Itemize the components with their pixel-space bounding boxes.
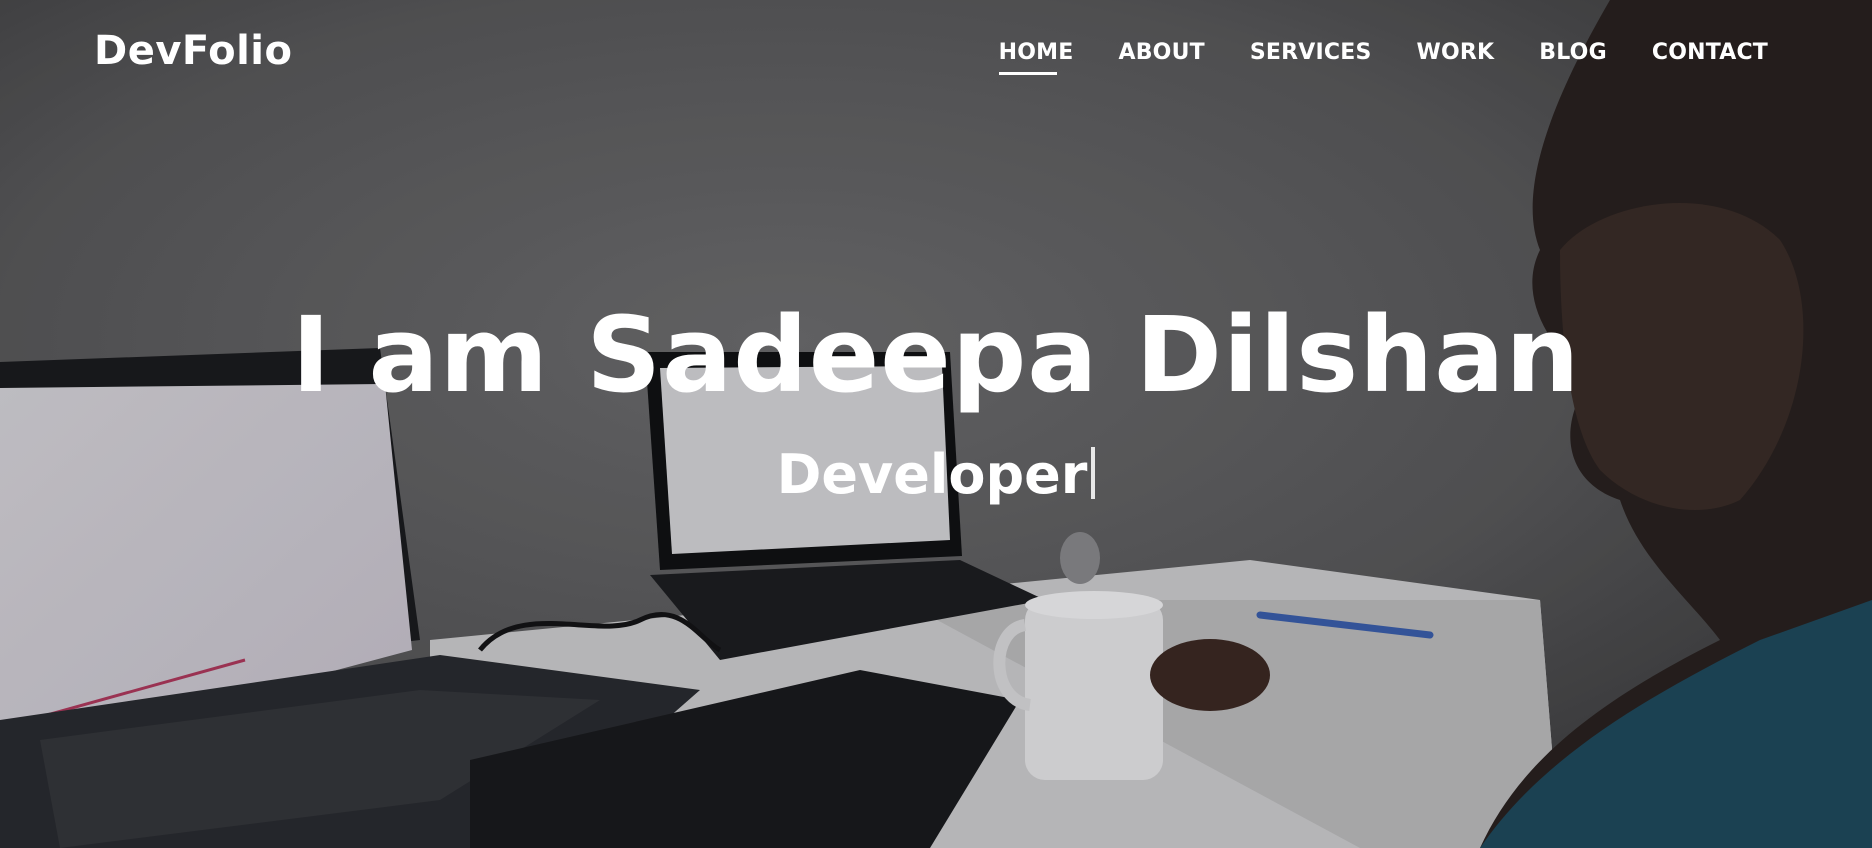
nav-item-contact: CONTACT bbox=[1652, 40, 1768, 75]
nav-menu: HOME ABOUT SERVICES WORK BLOG CONTACT bbox=[999, 40, 1768, 75]
hero-subtitle: Developer bbox=[777, 440, 1096, 510]
nav-item-work: WORK bbox=[1417, 40, 1495, 75]
nav-link-about[interactable]: ABOUT bbox=[1118, 40, 1204, 75]
nav-item-home: HOME bbox=[999, 40, 1074, 75]
nav-link-work[interactable]: WORK bbox=[1417, 40, 1495, 75]
typed-cursor bbox=[1091, 447, 1096, 499]
nav-link-blog[interactable]: BLOG bbox=[1539, 40, 1607, 75]
nav-link-home[interactable]: HOME bbox=[999, 40, 1074, 75]
nav-item-blog: BLOG bbox=[1539, 40, 1607, 75]
intro-section: I am Sadeepa Dilshan Developer bbox=[0, 290, 1872, 510]
nav-link-contact[interactable]: CONTACT bbox=[1652, 40, 1768, 75]
nav-item-services: SERVICES bbox=[1250, 40, 1372, 75]
hero-title: I am Sadeepa Dilshan bbox=[291, 294, 1581, 416]
brand-logo[interactable]: DevFolio bbox=[94, 28, 293, 74]
nav-link-services[interactable]: SERVICES bbox=[1250, 40, 1372, 75]
nav-item-about: ABOUT bbox=[1118, 40, 1204, 75]
typed-text: Developer bbox=[776, 443, 1088, 506]
navbar: DevFolio HOME ABOUT SERVICES WORK BLOG C… bbox=[0, 0, 1872, 110]
